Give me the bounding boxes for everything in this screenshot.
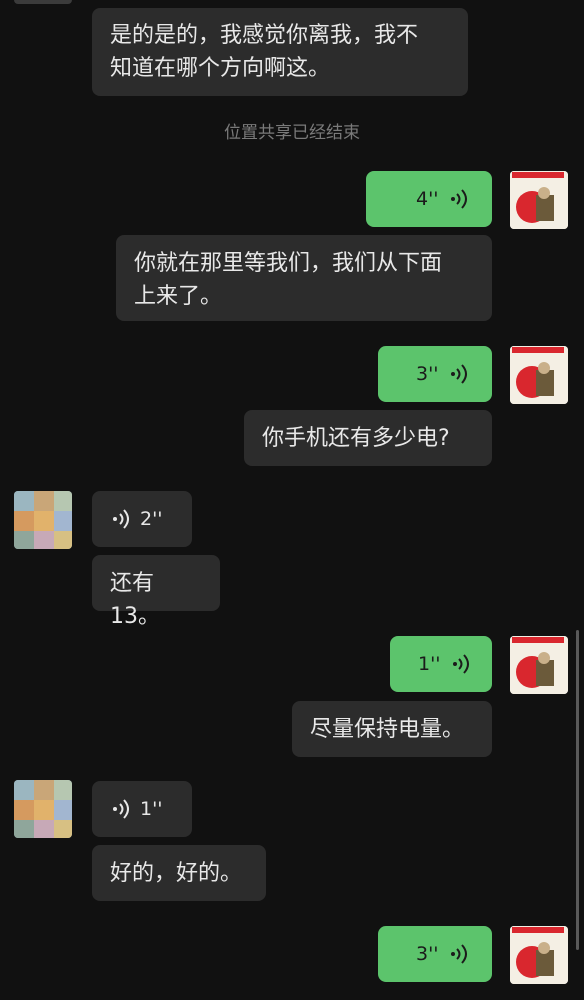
message-text: 好的，好的。 xyxy=(110,861,243,886)
voice-wave-icon xyxy=(113,509,129,529)
message-text: 是的是的，我感觉你离我，我不 知道在哪个方向啊这。 xyxy=(110,23,419,81)
poster-avatar-icon xyxy=(510,171,568,229)
incoming-text-bubble[interactable]: 尽量保持电量。 xyxy=(292,701,492,757)
outgoing-voice-message[interactable]: 3'' xyxy=(378,346,492,402)
self-avatar[interactable] xyxy=(510,636,568,694)
self-avatar[interactable] xyxy=(510,926,568,984)
voice-wave-icon xyxy=(113,799,129,819)
message-text: 还有 13。 xyxy=(110,571,162,629)
pixelated-avatar-icon xyxy=(14,491,72,549)
message-text: 尽量保持电量。 xyxy=(310,717,465,742)
voice-wave-icon xyxy=(453,654,469,674)
incoming-voice-message[interactable]: 2'' xyxy=(92,491,192,547)
self-avatar[interactable] xyxy=(510,171,568,229)
incoming-text-bubble[interactable]: 是的是的，我感觉你离我，我不 知道在哪个方向啊这。 xyxy=(92,8,468,96)
contact-avatar[interactable] xyxy=(14,780,72,838)
message-text: 你手机还有多少电? xyxy=(262,426,450,451)
voice-wave-icon xyxy=(451,944,467,964)
scrollbar[interactable] xyxy=(576,630,579,950)
self-avatar[interactable] xyxy=(510,346,568,404)
poster-avatar-icon xyxy=(510,346,568,404)
voice-duration: 1'' xyxy=(140,798,163,820)
outgoing-voice-message[interactable]: 4'' xyxy=(366,171,492,227)
voice-wave-icon xyxy=(451,189,467,209)
poster-avatar-icon xyxy=(510,636,568,694)
poster-avatar-icon xyxy=(510,926,568,984)
voice-duration: 3'' xyxy=(416,943,439,965)
incoming-voice-message[interactable]: 1'' xyxy=(92,781,192,837)
incoming-text-bubble[interactable]: 你手机还有多少电? xyxy=(244,410,492,466)
avatar[interactable] xyxy=(14,0,72,4)
voice-duration: 4'' xyxy=(416,188,439,210)
incoming-text-bubble[interactable]: 还有 13。 xyxy=(92,555,220,629)
system-message: 位置共享已经结束 xyxy=(224,123,360,143)
pixelated-avatar-icon xyxy=(14,780,72,838)
incoming-text-bubble[interactable]: 你就在那里等我们，我们从下面 上来了。 xyxy=(116,235,492,321)
contact-avatar[interactable] xyxy=(14,491,72,549)
message-text: 你就在那里等我们，我们从下面 上来了。 xyxy=(134,251,443,309)
voice-wave-icon xyxy=(451,364,467,384)
voice-duration: 2'' xyxy=(140,508,163,530)
outgoing-voice-message[interactable]: 3'' xyxy=(378,926,492,982)
voice-duration: 3'' xyxy=(416,363,439,385)
outgoing-voice-message[interactable]: 1'' xyxy=(390,636,492,692)
voice-duration: 1'' xyxy=(418,653,441,675)
incoming-text-bubble[interactable]: 好的，好的。 xyxy=(92,845,266,901)
